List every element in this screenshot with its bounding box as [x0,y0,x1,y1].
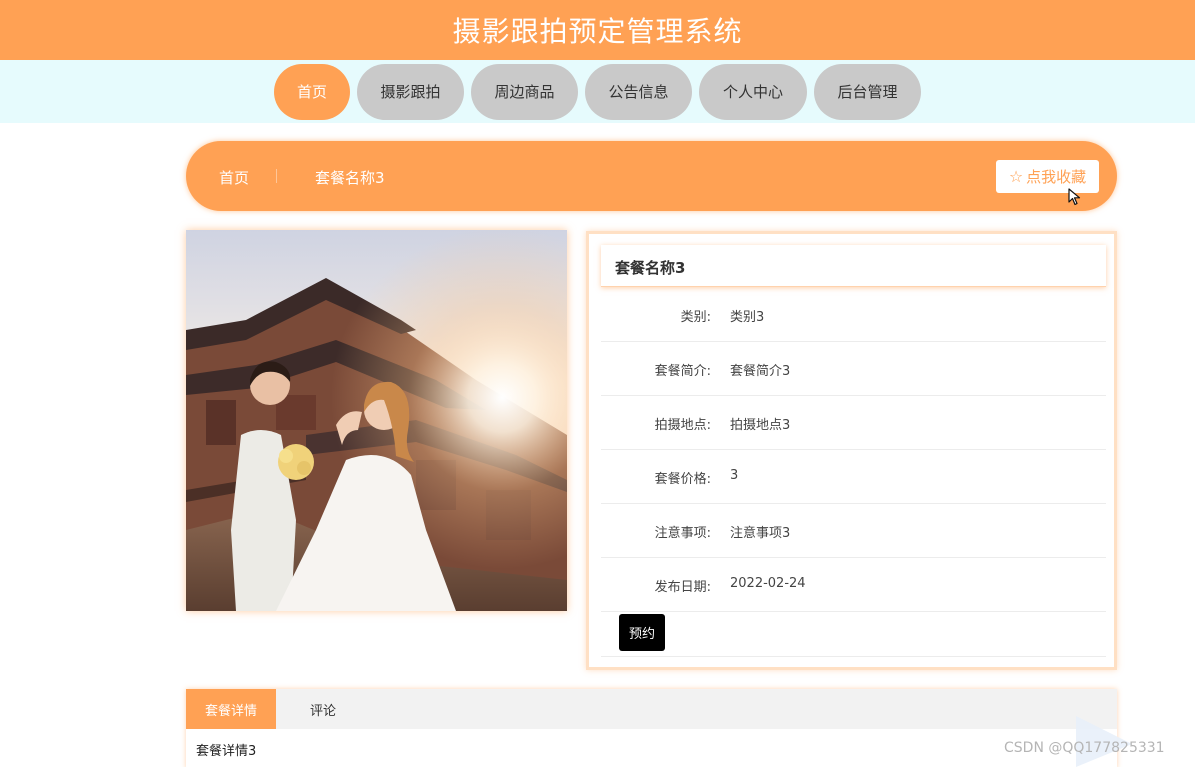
site-header: 摄影跟拍预定管理系统 [0,0,1195,60]
favorite-button[interactable]: ☆ 点我收藏 [996,160,1099,193]
package-photo [186,230,567,611]
package-title: 套餐名称3 [615,259,686,277]
info-value: 3 [730,468,739,483]
info-value: 2022-02-24 [730,576,806,591]
info-row-summary: 套餐简介: 套餐简介3 [601,342,1106,396]
info-row-price: 套餐价格: 3 [601,450,1106,504]
info-row-location: 拍摄地点: 拍摄地点3 [601,396,1106,450]
info-label: 类别: [680,310,711,325]
nav-item-merchandise[interactable]: 周边商品 [471,63,578,120]
info-label: 发布日期: [654,580,711,595]
info-value: 注意事项3 [730,526,791,541]
package-info-header: 套餐名称3 [601,245,1106,287]
mouse-cursor-icon [1068,188,1081,206]
info-value: 拍摄地点3 [730,418,791,433]
nav-item-announcements[interactable]: 公告信息 [585,63,692,120]
tab-comments[interactable]: 评论 [284,689,362,729]
site-title: 摄影跟拍预定管理系统 [452,15,743,48]
info-value: 类别3 [730,310,765,325]
divider [601,656,1106,657]
breadcrumb: 首页 套餐名称3 ☆ 点我收藏 [186,141,1117,211]
watermark: CSDN @QQ177825331 [1004,740,1165,756]
nav-item-home[interactable]: 首页 [274,63,350,120]
nav-item-personal-center[interactable]: 个人中心 [699,63,807,120]
main-nav: 首页 摄影跟拍 周边商品 公告信息 个人中心 后台管理 [0,60,1195,123]
breadcrumb-home-link[interactable]: 首页 [219,167,249,188]
tab-strip: 套餐详情 评论 [186,689,1117,729]
breadcrumb-separator [276,169,277,183]
nav-item-admin[interactable]: 后台管理 [814,63,921,120]
info-label: 套餐价格: [654,472,711,487]
tab-package-details[interactable]: 套餐详情 [186,689,276,729]
info-row-notes: 注意事项: 注意事项3 [601,504,1106,558]
info-label: 注意事项: [654,526,711,541]
info-value: 套餐简介3 [730,364,791,379]
star-icon: ☆ [1008,166,1024,186]
book-button[interactable]: 预约 [619,614,665,651]
info-row-publish-date: 发布日期: 2022-02-24 [601,558,1106,612]
package-info-panel: 套餐名称3 类别: 类别3 套餐简介: 套餐简介3 拍摄地点: 拍摄地点3 套餐… [586,231,1117,670]
favorite-button-label: 点我收藏 [1026,168,1087,186]
tab-content: 套餐详情3 [196,744,257,759]
breadcrumb-current: 套餐名称3 [315,169,385,187]
info-row-category: 类别: 类别3 [601,288,1106,342]
nav-item-photo-follow[interactable]: 摄影跟拍 [357,63,464,120]
info-label: 拍摄地点: [654,418,711,433]
detail-tabs: 套餐详情 评论 套餐详情3 [186,689,1117,767]
info-label: 套餐简介: [654,364,711,379]
